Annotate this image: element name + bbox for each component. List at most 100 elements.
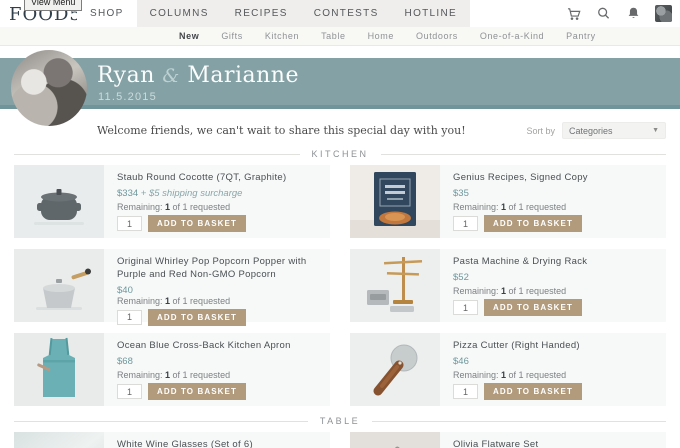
- user-avatar[interactable]: [655, 5, 672, 22]
- banner-strip: [0, 105, 680, 109]
- product-title[interactable]: Original Whirley Pop Popcorn Popper with…: [117, 256, 322, 282]
- quantity-input[interactable]: [453, 216, 478, 231]
- product-price: $52: [453, 272, 658, 283]
- product-image[interactable]: [350, 165, 440, 238]
- remaining-label: Remaining:: [453, 202, 502, 212]
- product-price: $68: [117, 356, 322, 367]
- price-note: + $5 shipping surcharge: [138, 187, 243, 199]
- product-title[interactable]: Pasta Machine & Drying Rack: [453, 256, 658, 269]
- quantity-row: ADD TO BASKET: [453, 383, 658, 400]
- product-card-body: Genius Recipes, Signed Copy $35 Remaining:…: [440, 165, 666, 238]
- subnav-item-pantry[interactable]: Pantry: [555, 31, 607, 41]
- subnav-item-table[interactable]: Table: [310, 31, 357, 41]
- section-divider: [14, 420, 308, 422]
- subnav-item-new[interactable]: New: [168, 31, 210, 41]
- add-to-basket-button[interactable]: ADD TO BASKET: [148, 383, 246, 400]
- product-card-body: Pizza Cutter (Right Handed) $46 Remaining:…: [440, 333, 666, 406]
- sort-select[interactable]: Categories ▼: [562, 122, 666, 139]
- search-icon[interactable]: [595, 5, 612, 22]
- price-value: $52: [453, 271, 469, 283]
- remaining-label: Remaining:: [453, 286, 502, 296]
- product-price: $40: [117, 285, 322, 296]
- tab-shop[interactable]: SHOP: [77, 0, 137, 27]
- couple-photo: [11, 50, 87, 126]
- product-remaining: Remaining: 1 of 1 requested: [117, 370, 322, 380]
- tab-recipes[interactable]: RECIPES: [222, 0, 301, 27]
- add-to-basket-button[interactable]: ADD TO BASKET: [484, 299, 582, 316]
- product-title[interactable]: Staub Round Cocotte (7QT, Graphite): [117, 172, 322, 185]
- price-value: $334: [117, 187, 139, 199]
- quantity-input[interactable]: [453, 300, 478, 315]
- section-divider: [380, 153, 667, 155]
- subnav-item-home[interactable]: Home: [357, 31, 405, 41]
- product-card-body: Ocean Blue Cross-Back Kitchen Apron $68 Re…: [104, 333, 330, 406]
- welcome-message: Welcome friends, we can't wait to share …: [97, 124, 466, 137]
- remaining-rest: of 1 requested: [170, 295, 231, 306]
- product-title[interactable]: Olivia Flatware Set: [453, 439, 658, 448]
- welcome-row: Welcome friends, we can't wait to share …: [0, 109, 680, 139]
- product-remaining: Remaining: 1 of 1 requested: [453, 370, 658, 380]
- subnav-item-kitchen[interactable]: Kitchen: [254, 31, 310, 41]
- product-price: $46: [453, 356, 658, 367]
- product-image[interactable]: [14, 165, 104, 238]
- quantity-row: ADD TO BASKET: [453, 299, 658, 316]
- product-image[interactable]: [350, 432, 440, 448]
- quantity-input[interactable]: [117, 309, 142, 325]
- registry-banner: Ryan & Marianne 11.5.2015: [0, 50, 680, 126]
- bell-icon[interactable]: [625, 5, 642, 22]
- add-to-basket-button[interactable]: ADD TO BASKET: [484, 383, 582, 400]
- product-title[interactable]: Pizza Cutter (Right Handed): [453, 340, 658, 353]
- product-remaining: Remaining: 1 of 1 requested: [117, 202, 322, 212]
- quantity-row: ADD TO BASKET: [117, 308, 322, 326]
- shop-subnav: New Gifts Kitchen Table Home Outdoors One-of-a…: [0, 27, 680, 46]
- registry-title: Ryan & Marianne: [97, 63, 299, 88]
- product-image[interactable]: [14, 432, 104, 448]
- subnav-item-outdoors[interactable]: Outdoors: [405, 31, 469, 41]
- product-remaining: Remaining: 1 of 1 requested: [453, 202, 658, 212]
- remaining-label: Remaining:: [117, 202, 166, 212]
- cart-icon[interactable]: [565, 5, 582, 22]
- registry-date: 11.5.2015: [98, 91, 157, 103]
- header-icons: [565, 0, 672, 27]
- add-to-basket-button[interactable]: ADD TO BASKET: [148, 215, 246, 232]
- product-image[interactable]: [350, 333, 440, 406]
- tab-hotline[interactable]: HOTLINE: [392, 0, 470, 27]
- nav-tabs: SHOP COLUMNS RECIPES CONTESTS HOTLINE: [77, 0, 470, 27]
- view-menu-tooltip: View Menu: [24, 0, 83, 11]
- product-image[interactable]: [350, 249, 440, 322]
- product-title[interactable]: Genius Recipes, Signed Copy: [453, 172, 658, 185]
- product-image[interactable]: [14, 249, 104, 322]
- product-grid: White Wine Glasses (Set of 6)$78 Olivia F…: [14, 432, 666, 448]
- product-price: $334 + $5 shipping surcharge: [117, 188, 322, 199]
- banner-band: Ryan & Marianne 11.5.2015: [0, 58, 680, 105]
- section-divider: [372, 420, 666, 422]
- product-card: Pasta Machine & Drying Rack $52 Remaining:…: [350, 249, 666, 322]
- add-to-basket-button[interactable]: ADD TO BASKET: [484, 215, 582, 232]
- remaining-rest: of 1 requested: [506, 370, 567, 380]
- remaining-rest: of 1 requested: [170, 202, 231, 212]
- top-bar: View Menu FOOD52 SHOP COLUMNS RECIPES CONTE…: [0, 0, 680, 27]
- section-divider: [14, 153, 300, 155]
- subnav-item-gifts[interactable]: Gifts: [210, 31, 254, 41]
- quantity-input[interactable]: [453, 384, 478, 399]
- remaining-rest: of 1 requested: [506, 202, 567, 212]
- subnav-item-one-of-a-kind[interactable]: One-of-a-Kind: [469, 31, 555, 41]
- product-card: Olivia Flatware Set$325: [350, 432, 666, 448]
- sort-control: Sort by Categories ▼: [526, 122, 666, 139]
- section-title: KITCHEN: [311, 149, 369, 159]
- product-image[interactable]: [14, 333, 104, 406]
- quantity-input[interactable]: [117, 384, 142, 399]
- price-value: $40: [117, 284, 133, 296]
- tab-columns[interactable]: COLUMNS: [137, 0, 222, 27]
- product-sections: KITCHEN Staub Round Cocotte (7QT, Graphit…: [0, 149, 680, 448]
- quantity-input[interactable]: [117, 216, 142, 231]
- price-value: $35: [453, 187, 469, 199]
- product-card: Pizza Cutter (Right Handed) $46 Remaining:…: [350, 333, 666, 406]
- product-title[interactable]: Ocean Blue Cross-Back Kitchen Apron: [117, 340, 322, 353]
- price-value: $68: [117, 355, 133, 367]
- name-second: Marianne: [187, 63, 299, 88]
- tab-contests[interactable]: CONTESTS: [301, 0, 392, 27]
- product-remaining: Remaining: 1 of 1 requested: [453, 286, 658, 296]
- add-to-basket-button[interactable]: ADD TO BASKET: [148, 308, 246, 326]
- product-title[interactable]: White Wine Glasses (Set of 6): [117, 439, 322, 448]
